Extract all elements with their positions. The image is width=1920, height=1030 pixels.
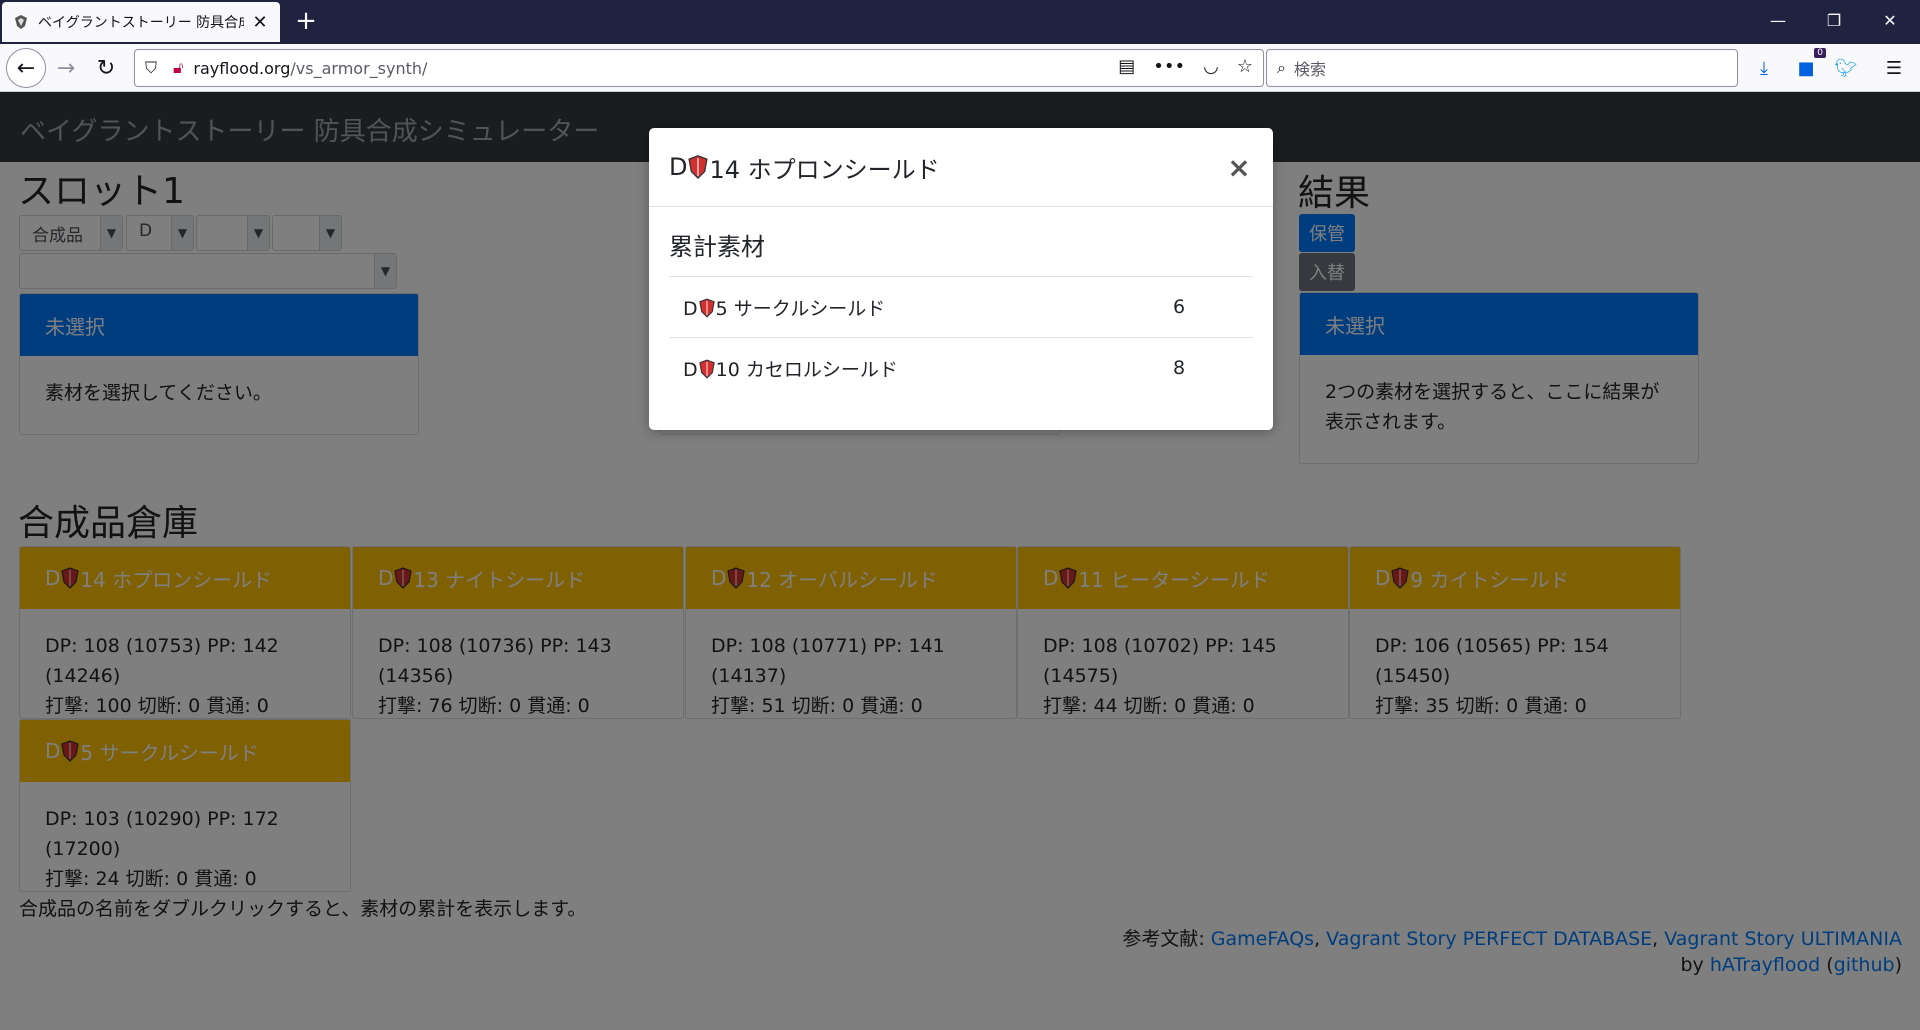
search-icon: ⌕ (1277, 58, 1286, 77)
material-count: 6 (1173, 276, 1253, 338)
material-name: D5 サークルシールド (669, 276, 1173, 338)
modal-subtitle: 累計素材 (669, 233, 765, 261)
material-count: 8 (1173, 337, 1253, 399)
browser-toolbar: ← → ↻ ⛉ 🔓︎ rayflood.org/vs_armor_synth/ … (0, 44, 1920, 92)
browser-tab[interactable]: ベイグラントストーリー 防具合成シミ ✕ (2, 2, 280, 42)
shield-icon (688, 155, 709, 180)
tab-title: ベイグラントストーリー 防具合成シミ (38, 15, 244, 31)
forward-icon[interactable]: → (48, 50, 84, 86)
bookmark-star-icon[interactable]: ☆ (1237, 56, 1253, 77)
download-icon[interactable]: ⤓ (1752, 52, 1776, 84)
material-name: D 10 カセロルシールド (669, 337, 1173, 399)
hamburger-menu-icon[interactable]: ☰ (1880, 52, 1908, 84)
modal-title: D 14 ホプロンシールド (669, 153, 940, 184)
site-favicon-icon (12, 13, 30, 31)
tab-close-icon[interactable]: ✕ (250, 12, 270, 33)
modal-header: D 14 ホプロンシールド × (649, 128, 1273, 207)
browser-tab-bar: ベイグラントストーリー 防具合成シミ ✕ + — ❐ ✕ (0, 0, 1920, 44)
window-close-icon[interactable]: ✕ (1862, 0, 1918, 40)
close-icon[interactable]: × (1225, 151, 1253, 184)
materials-table: D5 サークルシールド 6 D 10 カセロルシールド 8 (669, 276, 1253, 399)
modal-body: 累計素材 D5 サークルシールド 6 D 10 カセロルシールド 8 (649, 207, 1273, 419)
insecure-lock-icon[interactable]: 🔓︎ (173, 58, 183, 78)
search-input[interactable]: ⌕ 検索 (1266, 49, 1738, 87)
pocket-icon[interactable]: ◡ (1203, 56, 1219, 77)
more-actions-icon[interactable]: ••• (1153, 56, 1185, 77)
materials-modal: D 14 ホプロンシールド × 累計素材 D5 サークルシールド 6 D 10 カセ… (649, 128, 1273, 430)
shield-icon (698, 359, 715, 379)
back-icon[interactable]: ← (6, 48, 46, 88)
shield-icon (698, 298, 715, 318)
table-row: D 10 カセロルシールド 8 (669, 337, 1253, 399)
restore-icon[interactable]: ❐ (1806, 0, 1862, 40)
reload-icon[interactable]: ↻ (88, 50, 124, 86)
url-text: rayflood.org/vs_armor_synth/ (193, 58, 428, 78)
url-bar[interactable]: ⛉ 🔓︎ rayflood.org/vs_armor_synth/ ▤ ••• … (134, 49, 1264, 87)
extension-icon[interactable]: ■ 0 (1792, 48, 1826, 84)
extension-badge: 0 (1814, 48, 1826, 58)
table-row: D5 サークルシールド 6 (669, 276, 1253, 338)
shield-tracking-icon[interactable]: ⛉ (145, 58, 157, 78)
reader-view-icon[interactable]: ▤ (1118, 56, 1135, 77)
new-tab-icon[interactable]: + (290, 6, 322, 38)
minimize-icon[interactable]: — (1750, 0, 1806, 40)
twitter-icon[interactable]: 🐦︎ (1832, 52, 1860, 84)
